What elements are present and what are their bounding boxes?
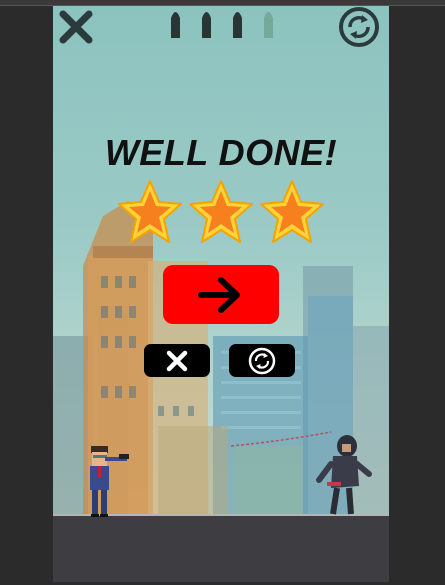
player-character bbox=[90, 446, 129, 517]
result-title: WELL DONE! bbox=[104, 132, 338, 173]
app-window: WELL DONE! bbox=[0, 0, 445, 585]
restart-icon bbox=[248, 347, 276, 374]
restart-icon[interactable] bbox=[338, 6, 380, 48]
arrow-right-icon bbox=[198, 276, 240, 313]
close-icon[interactable] bbox=[57, 8, 95, 46]
ground bbox=[53, 516, 389, 582]
game-viewport: WELL DONE! bbox=[53, 6, 389, 582]
enemy-character bbox=[316, 435, 372, 515]
exit-button[interactable] bbox=[144, 344, 210, 377]
star-icon bbox=[189, 180, 253, 243]
spent-bullet-icon bbox=[264, 12, 273, 38]
star-icon bbox=[118, 180, 182, 243]
bullet-icon bbox=[233, 12, 242, 38]
retry-button[interactable] bbox=[229, 344, 295, 377]
bullet-icon bbox=[202, 12, 211, 38]
next-level-button[interactable] bbox=[163, 265, 279, 324]
bullet-icon bbox=[171, 12, 180, 38]
star-icon bbox=[260, 180, 324, 243]
x-icon bbox=[166, 350, 188, 371]
